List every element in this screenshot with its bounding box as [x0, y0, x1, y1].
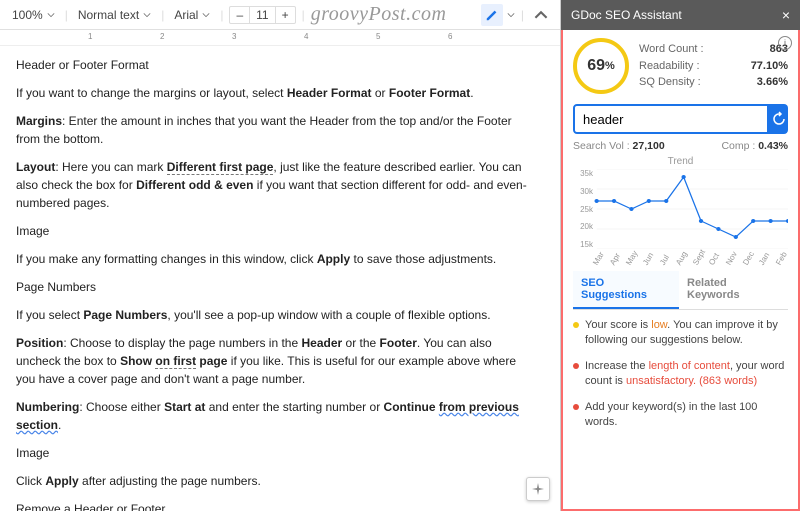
paragraph[interactable]: Click Apply after adjusting the page num… — [16, 472, 538, 490]
explore-button[interactable] — [526, 477, 550, 501]
keyword-input[interactable] — [573, 104, 769, 134]
paragraph[interactable]: Numbering: Choose either Start at and en… — [16, 398, 538, 434]
close-icon[interactable]: × — [782, 7, 790, 23]
suggestion-item: Your score is low. You can improve it by… — [573, 318, 788, 349]
paragraph[interactable]: Remove a Header or Footer — [16, 500, 538, 511]
chevron-down-icon — [47, 11, 55, 19]
toolbar: 100% | Normal text | Arial | – 11 + | gr… — [0, 0, 560, 30]
ruler[interactable]: 1 2 3 4 5 6 — [0, 30, 560, 46]
info-icon[interactable]: i — [778, 36, 792, 50]
chart-title: Trend — [573, 156, 788, 167]
paragraph[interactable]: Image — [16, 222, 538, 240]
bullet-icon — [573, 363, 579, 369]
paragraph[interactable]: Position: Choose to display the page num… — [16, 334, 538, 388]
refresh-button[interactable] — [769, 104, 788, 134]
paragraph[interactable]: Layout: Here you can mark Different firs… — [16, 158, 538, 212]
chevron-down-icon — [143, 11, 151, 19]
font-family-dropdown[interactable]: Arial — [170, 6, 214, 24]
paragraph[interactable]: Margins: Enter the amount in inches that… — [16, 112, 538, 148]
collapse-toolbar-button[interactable] — [530, 4, 552, 26]
font-size-stepper[interactable]: – 11 + — [229, 6, 295, 24]
bullet-icon — [573, 322, 579, 328]
zoom-dropdown[interactable]: 100% — [8, 6, 59, 24]
sidebar-title: GDoc SEO Assistant — [571, 8, 682, 22]
keyword-stats: Search Vol : 27,100 Comp : 0.43% — [573, 140, 788, 152]
keyword-search — [573, 104, 788, 134]
paragraph-style-dropdown[interactable]: Normal text — [74, 6, 155, 24]
paragraph[interactable]: If you select Page Numbers, you'll see a… — [16, 306, 538, 324]
seo-sidebar: GDoc SEO Assistant × 69% Word Count :863… — [560, 0, 800, 511]
trend-chart: 35k30k25k20k15k MarAprMayJunJulAugSeptOc… — [573, 169, 788, 249]
paragraph[interactable]: Image — [16, 444, 538, 462]
sidebar-title-bar: GDoc SEO Assistant × — [561, 0, 800, 30]
pencil-icon — [485, 8, 499, 22]
tab-seo-suggestions[interactable]: SEO Suggestions — [573, 271, 679, 309]
seo-score-circle: 69% — [573, 38, 629, 94]
tab-related-keywords[interactable]: Related Keywords — [679, 271, 788, 309]
document-body[interactable]: Header or Footer Format If you want to c… — [0, 46, 560, 511]
suggestion-tabs: SEO Suggestions Related Keywords — [573, 271, 788, 310]
plus-star-icon — [531, 482, 545, 496]
paragraph[interactable]: If you make any formatting changes in th… — [16, 250, 538, 268]
paragraph[interactable]: Page Numbers — [16, 278, 538, 296]
refresh-icon — [771, 111, 787, 127]
metrics: Word Count :863 Readability :77.10% SQ D… — [639, 41, 788, 91]
increase-font-button[interactable]: + — [276, 7, 295, 23]
chevron-down-icon[interactable] — [507, 11, 515, 19]
paragraph[interactable]: If you want to change the margins or lay… — [16, 84, 538, 102]
editing-mode-button[interactable] — [481, 4, 503, 26]
suggestions-list: Your score is low. You can improve it by… — [573, 318, 788, 440]
chevron-up-icon — [534, 8, 548, 22]
heading-text[interactable]: Header or Footer Format — [16, 56, 538, 74]
suggestion-item: Add your keyword(s) in the last 100 word… — [573, 400, 788, 431]
chevron-down-icon — [202, 11, 210, 19]
suggestion-item: Increase the length of content, your wor… — [573, 359, 788, 390]
watermark: groovyPost.com — [311, 3, 447, 26]
bullet-icon — [573, 404, 579, 410]
font-size-value[interactable]: 11 — [249, 7, 275, 23]
decrease-font-button[interactable]: – — [230, 7, 249, 23]
